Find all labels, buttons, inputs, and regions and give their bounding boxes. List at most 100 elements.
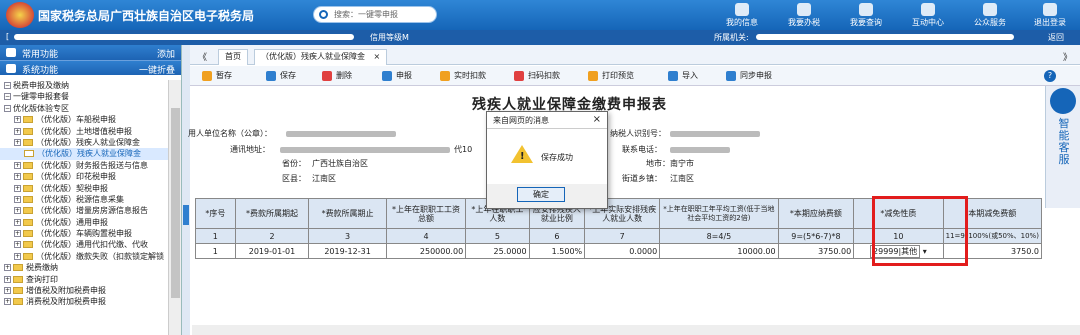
end-date-cell[interactable]: 2019-12-31: [308, 243, 387, 259]
nav-do-tax[interactable]: 我要办税: [776, 0, 832, 30]
folder-icon: [23, 207, 33, 215]
declare-button[interactable]: 申报: [382, 69, 412, 83]
add-button[interactable]: 添加: [157, 47, 175, 60]
disabled-count-cell[interactable]: 0.0000: [584, 243, 661, 259]
save-button[interactable]: 保存: [266, 69, 296, 83]
search-input[interactable]: 搜索：一键零申报: [313, 6, 437, 23]
sidebar-tree-item[interactable]: + （优化版）残疾人就业保障金: [0, 137, 168, 148]
expand-icon[interactable]: +: [4, 287, 11, 295]
expand-icon[interactable]: +: [14, 207, 21, 215]
redacted-address: [280, 147, 450, 153]
delete-button[interactable]: 删除: [322, 69, 352, 83]
expand-icon[interactable]: +: [14, 252, 21, 260]
collapse-icon[interactable]: −: [4, 93, 11, 101]
tab-prev-button[interactable]: 《: [198, 50, 207, 63]
sidebar-scrollbar[interactable]: [168, 80, 181, 335]
sidebar-tree-item[interactable]: − 税费申报及缴纳: [0, 80, 168, 91]
sidebar-tree-item[interactable]: + （优化版）财务报告报送与信息: [0, 160, 168, 171]
expand-icon[interactable]: +: [14, 161, 21, 169]
sidebar-tree-item[interactable]: + （优化版）增量房房源信息报告: [0, 205, 168, 216]
scan-deduct-button[interactable]: 扫码扣款: [514, 69, 560, 83]
sidebar-tree-item[interactable]: + （优化版）税源信息采集: [0, 194, 168, 205]
sidebar-tree-item[interactable]: + （优化版）缴款失败（扣款锁定解锁: [0, 251, 168, 262]
scrollbar-thumb[interactable]: [171, 108, 180, 298]
warning-mark: !: [520, 151, 525, 162]
sidebar-tree-item[interactable]: + 消费税及附加税费申报: [0, 296, 168, 307]
expand-icon[interactable]: +: [14, 184, 21, 192]
address-tail: 代10: [454, 145, 473, 154]
folder-icon: [23, 195, 33, 203]
sidebar-tree-label: 优化版体验专区: [13, 103, 69, 113]
system-functions-header[interactable]: 系统功能 一键折叠: [0, 60, 181, 76]
expand-icon[interactable]: +: [4, 264, 11, 272]
header-cell: *本期应纳费额: [777, 198, 855, 229]
office-label: 所属机关:: [714, 33, 749, 42]
tab-next-button[interactable]: 》: [1063, 50, 1072, 63]
collapse-icon[interactable]: −: [4, 104, 11, 112]
sidebar-tree-item[interactable]: （优化版）残疾人就业保障金: [0, 148, 168, 160]
sidebar-tree-item[interactable]: + （优化版）通用申报: [0, 217, 168, 228]
message-dialog: 来自网页的消息 × ! 保存成功 确定: [486, 111, 608, 209]
hold-icon: [202, 71, 212, 81]
expand-icon[interactable]: +: [14, 173, 21, 181]
chat-icon: [921, 3, 935, 16]
nav-my-info[interactable]: 我的信息: [714, 0, 770, 30]
start-date-cell[interactable]: 2019-01-01: [234, 243, 310, 259]
nav-logout[interactable]: 退出登录: [1022, 0, 1078, 30]
help-icon[interactable]: ?: [1044, 70, 1056, 82]
nav-query[interactable]: 我要查询: [838, 0, 894, 30]
import-button[interactable]: 导入: [668, 69, 698, 83]
print-preview-button[interactable]: 打印预览: [588, 69, 634, 83]
common-functions-header[interactable]: 常用功能 添加: [0, 45, 181, 60]
fold-all-button[interactable]: 一键折叠: [139, 63, 175, 76]
nav-public-service[interactable]: 公众服务: [962, 0, 1018, 30]
sidebar-tree-item[interactable]: − 一键零申报套餐: [0, 91, 168, 102]
sidebar-tree-item[interactable]: + 查询打印: [0, 274, 168, 285]
print-icon: [588, 71, 598, 81]
nav-interaction[interactable]: 互动中心: [900, 0, 956, 30]
collapse-icon[interactable]: −: [4, 82, 11, 89]
sidebar-tree-item[interactable]: + （优化版）土地增值税申报: [0, 126, 168, 137]
sidebar-tree-item[interactable]: + 增值税及附加税费申报: [0, 285, 168, 296]
tab-disabled-employment-fund[interactable]: （优化版）残疾人就业保障金 ×: [254, 49, 388, 65]
expand-icon[interactable]: +: [14, 127, 21, 135]
tax-office-icon: [797, 3, 811, 16]
expand-icon[interactable]: +: [14, 241, 21, 249]
sidebar-tree-label: 消费税及附加税费申报: [26, 297, 106, 307]
tab-home[interactable]: 首页: [218, 49, 248, 65]
expand-icon[interactable]: +: [4, 298, 11, 306]
expand-icon[interactable]: +: [14, 218, 21, 226]
expand-icon[interactable]: +: [14, 116, 21, 124]
back-link[interactable]: 返回: [1048, 32, 1064, 43]
close-icon[interactable]: ×: [593, 114, 601, 125]
folder-icon: [23, 241, 33, 249]
number-cell: 2: [234, 228, 310, 244]
horizontal-scrollbar[interactable]: [192, 325, 1080, 335]
salary-total-cell[interactable]: 250000.00: [385, 243, 467, 259]
ok-button[interactable]: 确定: [517, 187, 565, 202]
sidebar-tree-item[interactable]: + （优化版）契税申报: [0, 183, 168, 194]
sidebar-tree-item[interactable]: + （优化版）印花税申报: [0, 171, 168, 182]
expand-icon[interactable]: +: [14, 230, 21, 238]
smart-service-label: 智能客服: [1058, 117, 1070, 166]
tab-close-icon[interactable]: ×: [374, 52, 381, 61]
sync-declare-button[interactable]: 同步申报: [726, 69, 772, 83]
left-sidebar: 常用功能 添加 系统功能 一键折叠 − 税费申报及缴纳 − 一键零申报套餐 − 优化版体验…: [0, 45, 182, 335]
sidebar-tree-item[interactable]: + （优化版）车船税申报: [0, 114, 168, 125]
dialog-footer: 确定: [487, 184, 607, 208]
sidebar-tree-item[interactable]: − 优化版体验专区: [0, 103, 168, 114]
number-cell: 8=4/5: [659, 228, 779, 244]
sidebar-tree-item[interactable]: + 税费缴纳: [0, 262, 168, 273]
expand-icon[interactable]: +: [4, 275, 11, 283]
expand-icon[interactable]: +: [14, 195, 21, 203]
sidebar-tree-item[interactable]: + （优化版）车辆购置税申报: [0, 228, 168, 239]
user-info-bar: [ 信用等级M 所属机关: 返回: [0, 30, 1080, 45]
smart-service-widget[interactable]: 智能客服: [1045, 86, 1080, 208]
realtime-deduct-button[interactable]: 实时扣款: [440, 69, 486, 83]
sidebar-collapse-handle[interactable]: [182, 45, 190, 335]
hold-button[interactable]: 暂存: [202, 69, 232, 83]
sidebar-tree-label: 查询打印: [26, 274, 58, 284]
staff-count-cell[interactable]: 25.0000: [465, 243, 530, 259]
sidebar-tree-item[interactable]: + （优化版）通用代扣代缴、代收: [0, 239, 168, 250]
expand-icon[interactable]: +: [14, 138, 21, 146]
